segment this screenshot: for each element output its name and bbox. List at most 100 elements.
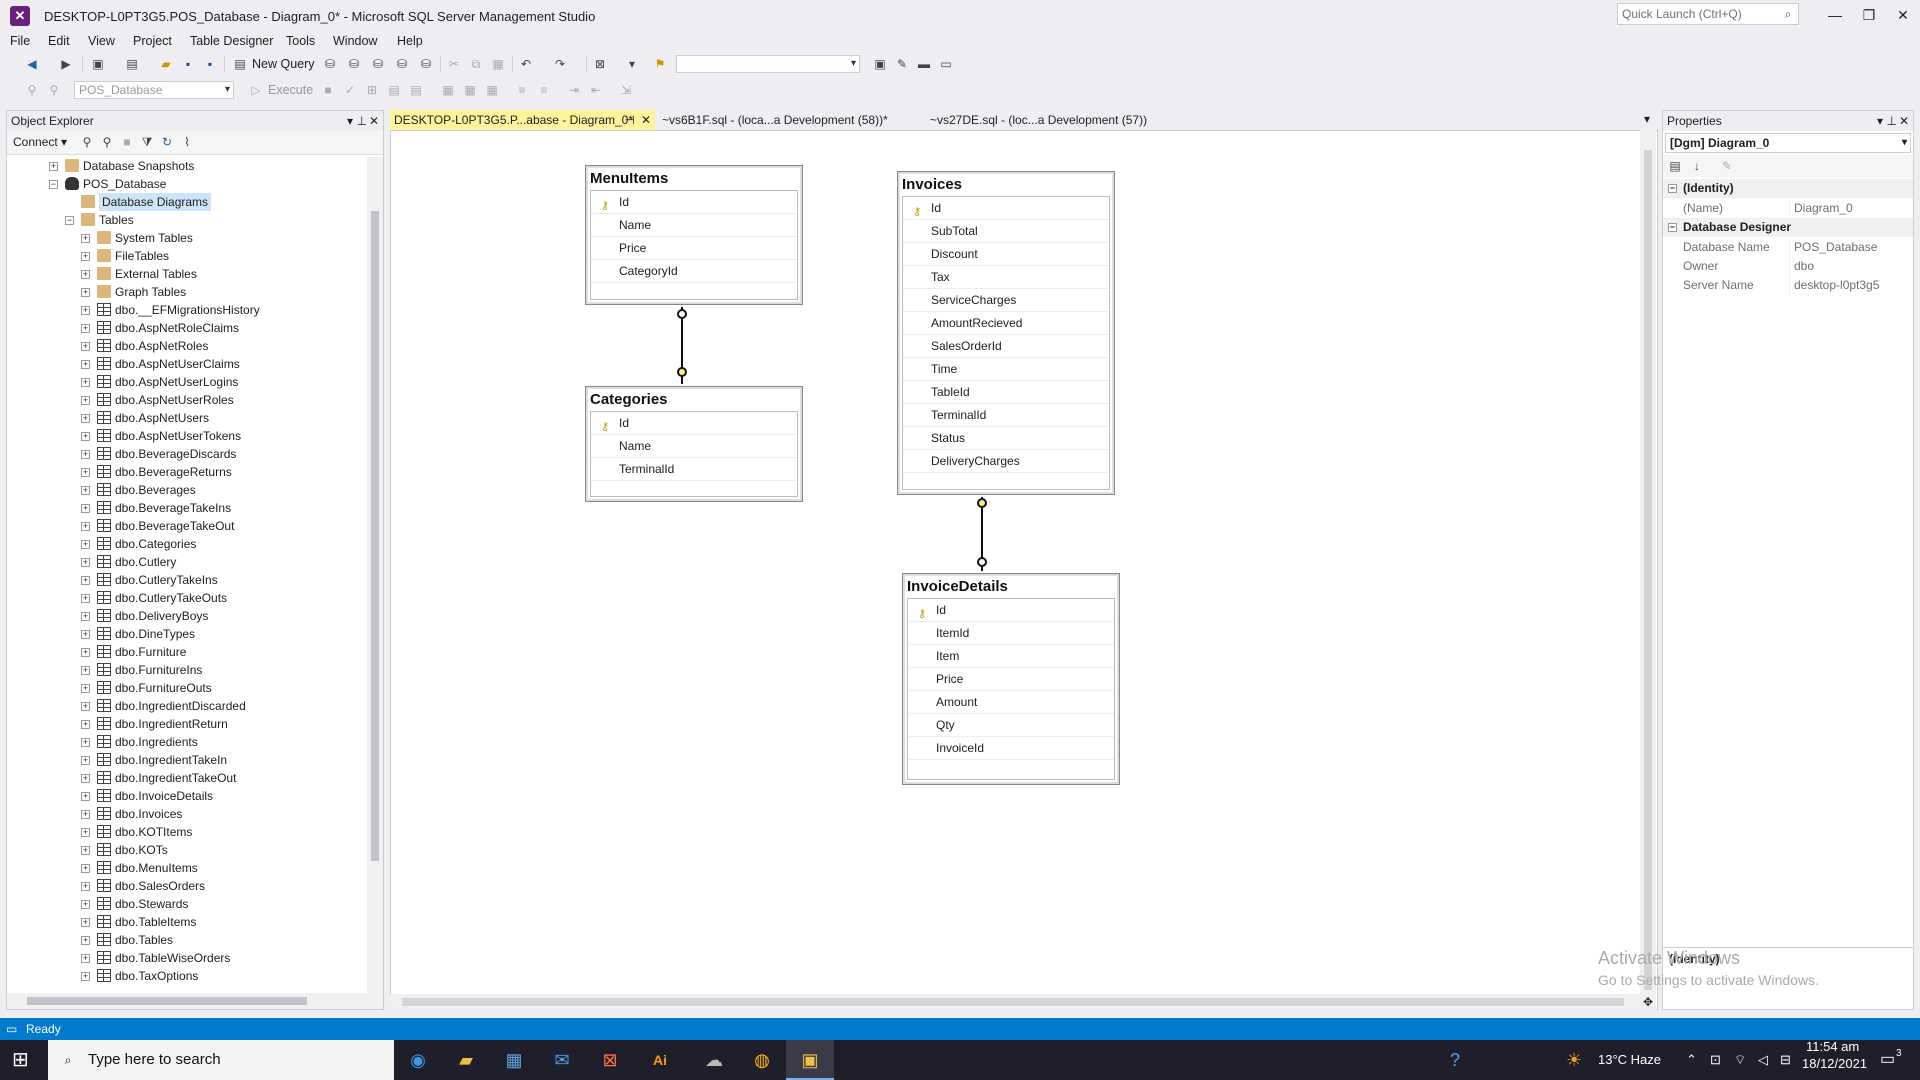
results-grid-icon[interactable]: ▦ bbox=[440, 82, 456, 98]
tab-close-icon[interactable]: ✕ bbox=[641, 110, 651, 130]
expand-icon[interactable]: + bbox=[81, 450, 90, 459]
menu-window[interactable]: Window bbox=[333, 34, 377, 48]
analysis-query-icon[interactable]: ⛁ bbox=[346, 56, 362, 72]
expand-icon[interactable]: + bbox=[81, 342, 90, 351]
expand-icon[interactable]: + bbox=[81, 864, 90, 873]
chevron-up-icon[interactable]: ⌃ bbox=[1686, 1040, 1697, 1080]
table-categories[interactable]: Categories ⚷ Id Name TerminalId bbox=[585, 386, 803, 502]
expand-icon[interactable]: + bbox=[81, 828, 90, 837]
back-icon[interactable]: ◀ bbox=[24, 56, 40, 72]
column-row[interactable]: ⚷ Id bbox=[903, 197, 1109, 220]
table-invoices[interactable]: Invoices ⚷ Id SubTotal Discount Tax ServiceCh… bbox=[897, 171, 1115, 495]
restore-button[interactable]: ❐ bbox=[1854, 4, 1884, 26]
undo-icon[interactable]: ↶ bbox=[518, 56, 534, 72]
column-row[interactable]: TableId bbox=[903, 381, 1109, 404]
category-identity[interactable]: − (Identity) bbox=[1663, 179, 1913, 198]
expand-icon[interactable]: + bbox=[81, 900, 90, 909]
chrome-icon[interactable]: ◍ bbox=[738, 1040, 786, 1080]
column-row[interactable]: ServiceCharges bbox=[903, 289, 1109, 312]
expand-icon[interactable]: + bbox=[81, 648, 90, 657]
specify-values-icon[interactable]: ⇲ bbox=[618, 82, 634, 98]
close-button[interactable]: ✕ bbox=[1888, 4, 1918, 26]
filter-icon[interactable]: ⧩ bbox=[139, 134, 155, 150]
expand-icon[interactable]: + bbox=[81, 594, 90, 603]
execute-button[interactable]: Execute bbox=[268, 83, 313, 97]
language-icon[interactable]: ⊟ bbox=[1780, 1040, 1791, 1080]
cut-icon[interactable]: ✂ bbox=[446, 56, 462, 72]
pin-icon[interactable]: ⊥ bbox=[357, 111, 367, 131]
expand-icon[interactable]: + bbox=[81, 270, 90, 279]
expand-icon[interactable]: + bbox=[81, 918, 90, 927]
mdx-query-icon[interactable]: ⛁ bbox=[370, 56, 386, 72]
weather-icon[interactable]: ☀ bbox=[1566, 1040, 1582, 1080]
object-explorer-icon[interactable]: ▣ bbox=[872, 56, 888, 72]
expand-icon[interactable]: + bbox=[81, 792, 90, 801]
column-row[interactable]: Price bbox=[908, 668, 1114, 691]
expand-icon[interactable]: + bbox=[81, 324, 90, 333]
save-icon[interactable]: ▪ bbox=[180, 56, 196, 72]
expand-icon[interactable]: + bbox=[81, 936, 90, 945]
expand-icon[interactable]: + bbox=[81, 684, 90, 693]
expand-icon[interactable]: + bbox=[81, 360, 90, 369]
new-project-icon[interactable]: ▣ bbox=[90, 56, 106, 72]
find-icon[interactable]: ⚑ bbox=[652, 56, 668, 72]
copy-icon[interactable]: ⧉ bbox=[468, 56, 484, 72]
volume-icon[interactable]: ◁ bbox=[1758, 1040, 1768, 1080]
expand-icon[interactable]: + bbox=[81, 846, 90, 855]
tab-diagram[interactable]: DESKTOP-L0PT3G5.P...abase - Diagram_0* ⊣… bbox=[390, 110, 655, 130]
column-row[interactable]: ⚷ Id bbox=[591, 412, 797, 435]
disconnect-icon[interactable]: ⚲ bbox=[46, 82, 62, 98]
column-row[interactable]: Status bbox=[903, 427, 1109, 450]
column-row[interactable]: TerminalId bbox=[903, 404, 1109, 427]
available-databases-combo[interactable]: POS_Database bbox=[74, 81, 234, 99]
store-icon[interactable]: ▦ bbox=[490, 1040, 538, 1080]
file-explorer-icon[interactable]: ▰ bbox=[442, 1040, 490, 1080]
property-row-name[interactable]: (Name) Diagram_0 bbox=[1663, 199, 1913, 218]
minimize-button[interactable]: — bbox=[1820, 4, 1850, 26]
connect-icon[interactable]: ⚲ bbox=[24, 82, 40, 98]
tab-sql-58[interactable]: ~vs6B1F.sql - (loca...a Development (58)… bbox=[658, 110, 922, 130]
tree-vertical-scroll-thumb[interactable] bbox=[371, 211, 379, 861]
column-row[interactable]: Item bbox=[908, 645, 1114, 668]
column-row[interactable]: AmountRecieved bbox=[903, 312, 1109, 335]
panel-dropdown-icon[interactable]: ▾ bbox=[1877, 111, 1883, 131]
expand-icon[interactable]: + bbox=[81, 252, 90, 261]
expand-icon[interactable]: + bbox=[81, 378, 90, 387]
pin-icon[interactable]: ⊣ bbox=[625, 110, 635, 130]
expand-icon[interactable]: + bbox=[81, 612, 90, 621]
toolbox-icon[interactable]: ▬ bbox=[916, 56, 932, 72]
save-all-icon[interactable]: ▪ bbox=[202, 56, 218, 72]
column-row[interactable]: ItemId bbox=[908, 622, 1114, 645]
add-item-icon[interactable]: ▤ bbox=[124, 56, 140, 72]
column-row[interactable]: Time bbox=[903, 358, 1109, 381]
column-row[interactable]: InvoiceId bbox=[908, 737, 1114, 760]
column-row[interactable]: Amount bbox=[908, 691, 1114, 714]
new-query-button[interactable]: New Query bbox=[252, 57, 315, 71]
wifi-icon[interactable]: ⌔ bbox=[1734, 1040, 1746, 1080]
expand-icon[interactable]: + bbox=[81, 234, 90, 243]
expand-icon[interactable]: + bbox=[49, 162, 58, 171]
column-row[interactable]: CategoryId bbox=[591, 260, 797, 283]
outdent-icon[interactable]: ≡ bbox=[536, 82, 552, 98]
collapse-icon[interactable]: − bbox=[49, 180, 58, 189]
help-icon[interactable]: ? bbox=[1450, 1040, 1460, 1080]
xmla-query-icon[interactable]: ⛁ bbox=[418, 56, 434, 72]
menu-file[interactable]: File bbox=[10, 34, 30, 48]
expand-icon[interactable]: + bbox=[81, 396, 90, 405]
expand-icon[interactable]: + bbox=[81, 630, 90, 639]
notifications-icon[interactable]: ▭ bbox=[1880, 1040, 1895, 1080]
new-query-icon[interactable]: ▤ bbox=[232, 56, 248, 72]
expand-icon[interactable]: + bbox=[81, 972, 90, 981]
dmx-query-icon[interactable]: ⛁ bbox=[394, 56, 410, 72]
db-engine-query-icon[interactable]: ⛁ bbox=[322, 56, 338, 72]
column-row[interactable]: SalesOrderId bbox=[903, 335, 1109, 358]
stop-icon[interactable]: ■ bbox=[320, 82, 336, 98]
comment-icon[interactable]: ▦ bbox=[484, 82, 500, 98]
panel-close-icon[interactable]: ✕ bbox=[1899, 111, 1909, 131]
activity-icon[interactable]: ⌇ bbox=[179, 134, 195, 150]
column-row[interactable]: SubTotal bbox=[903, 220, 1109, 243]
collapse-icon[interactable]: − bbox=[1668, 184, 1677, 193]
dropdown-icon[interactable]: ▾ bbox=[624, 56, 640, 72]
table-invoicedetails[interactable]: InvoiceDetails ⚷ Id ItemId Item Price Amount Q… bbox=[902, 573, 1120, 785]
connect-button[interactable]: Connect ▾ bbox=[13, 135, 67, 149]
